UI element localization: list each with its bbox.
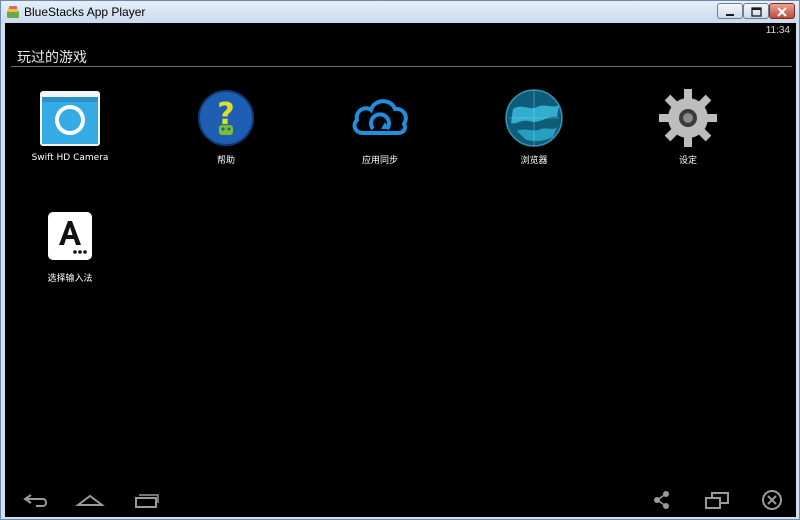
- app-input-method[interactable]: 选择输入法: [15, 205, 125, 284]
- app-label: Swift HD Camera: [31, 153, 109, 163]
- minimize-icon: [726, 14, 734, 16]
- share-button[interactable]: [647, 489, 677, 511]
- multi-window-button[interactable]: [702, 489, 732, 511]
- app-label: 设定: [678, 156, 697, 166]
- app-label: 应用同步: [361, 156, 398, 166]
- gear-icon: [659, 89, 717, 147]
- maximize-button[interactable]: [743, 3, 769, 19]
- app-help[interactable]: ? 帮助: [171, 87, 281, 166]
- minimize-button[interactable]: [717, 3, 743, 19]
- maximize-icon: [751, 7, 762, 17]
- app-settings[interactable]: 设定: [633, 87, 743, 166]
- app-browser[interactable]: 浏览器: [479, 87, 589, 166]
- share-icon: [654, 491, 669, 509]
- status-clock: 11:34: [765, 25, 790, 36]
- home-icon: [75, 494, 105, 506]
- exit-button[interactable]: [757, 489, 787, 511]
- camera-icon: [40, 91, 100, 146]
- app-label: 选择输入法: [47, 274, 93, 284]
- close-icon: [777, 7, 787, 17]
- input-method-icon: [48, 212, 92, 260]
- close-button[interactable]: [769, 3, 795, 19]
- recent-apps-button[interactable]: [131, 489, 161, 511]
- back-icon: [23, 494, 47, 507]
- close-icon: [762, 490, 782, 510]
- section-divider: [11, 66, 792, 67]
- bluestacks-logo-icon: [7, 6, 19, 18]
- app-cloud-sync[interactable]: 应用同步: [325, 87, 435, 166]
- title-bar[interactable]: BlueStacks App Player: [1, 1, 799, 23]
- window-title: BlueStacks App Player: [24, 5, 146, 19]
- help-icon: ?: [198, 90, 254, 146]
- home-button[interactable]: [75, 489, 105, 511]
- app-window: BlueStacks App Player 11:34 玩过的游戏 Swift …: [0, 0, 800, 520]
- globe-icon: [505, 89, 563, 147]
- app-label: 帮助: [216, 156, 235, 166]
- section-title: 玩过的游戏: [17, 50, 87, 66]
- recent-apps-icon: [135, 494, 159, 508]
- back-button[interactable]: [21, 489, 51, 511]
- multi-window-icon: [705, 492, 729, 509]
- android-screen: 11:34 玩过的游戏 Swift HD Camera ? 帮助 应用同步 浏览…: [5, 23, 796, 517]
- app-swift-hd-camera[interactable]: Swift HD Camera: [15, 87, 125, 163]
- app-label: 浏览器: [520, 156, 548, 166]
- cloud-sync-icon: [352, 99, 408, 135]
